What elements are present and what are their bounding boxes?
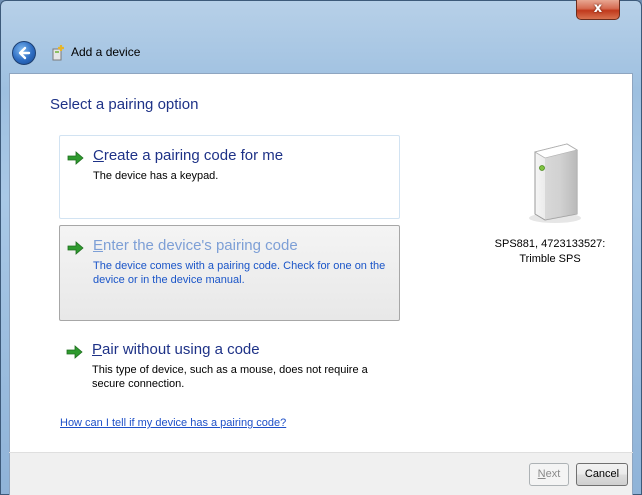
option-create-pairing-code[interactable]: Create a pairing code for me The device … bbox=[59, 135, 400, 219]
option-title: Create a pairing code for me bbox=[93, 147, 284, 164]
close-button[interactable]: x bbox=[576, 0, 620, 20]
option-description: This type of device, such as a mouse, do… bbox=[92, 364, 368, 390]
option-title: Enter the device's pairing code bbox=[93, 237, 298, 254]
green-arrow-icon bbox=[67, 151, 84, 165]
add-device-icon bbox=[52, 45, 64, 61]
green-arrow-icon bbox=[66, 345, 83, 359]
green-arrow-icon bbox=[67, 241, 84, 255]
option-pair-without-code[interactable]: Pair without using a code This type of d… bbox=[59, 330, 400, 394]
next-button[interactable]: Next bbox=[529, 463, 569, 486]
footer-bar: Next Cancel bbox=[9, 453, 633, 495]
close-icon: x bbox=[593, 1, 603, 16]
device-tower-icon bbox=[529, 143, 581, 223]
back-arrow-icon bbox=[18, 46, 31, 60]
cancel-button[interactable]: Cancel bbox=[576, 463, 628, 486]
option-description: The device has a keypad. bbox=[93, 170, 219, 182]
page-title: Select a pairing option bbox=[50, 96, 199, 113]
option-description: The device comes with a pairing code. Ch… bbox=[93, 260, 386, 286]
device-name: SPS881, 4723133527: Trimble SPS bbox=[494, 238, 606, 265]
back-button[interactable] bbox=[12, 41, 36, 65]
option-enter-pairing-code[interactable]: Enter the device's pairing code The devi… bbox=[59, 225, 400, 321]
window-title: Add a device bbox=[71, 45, 141, 59]
option-title: Pair without using a code bbox=[92, 341, 260, 358]
help-link-pairing-code[interactable]: How can I tell if my device has a pairin… bbox=[60, 417, 286, 429]
window-header: Add a device bbox=[12, 38, 630, 68]
